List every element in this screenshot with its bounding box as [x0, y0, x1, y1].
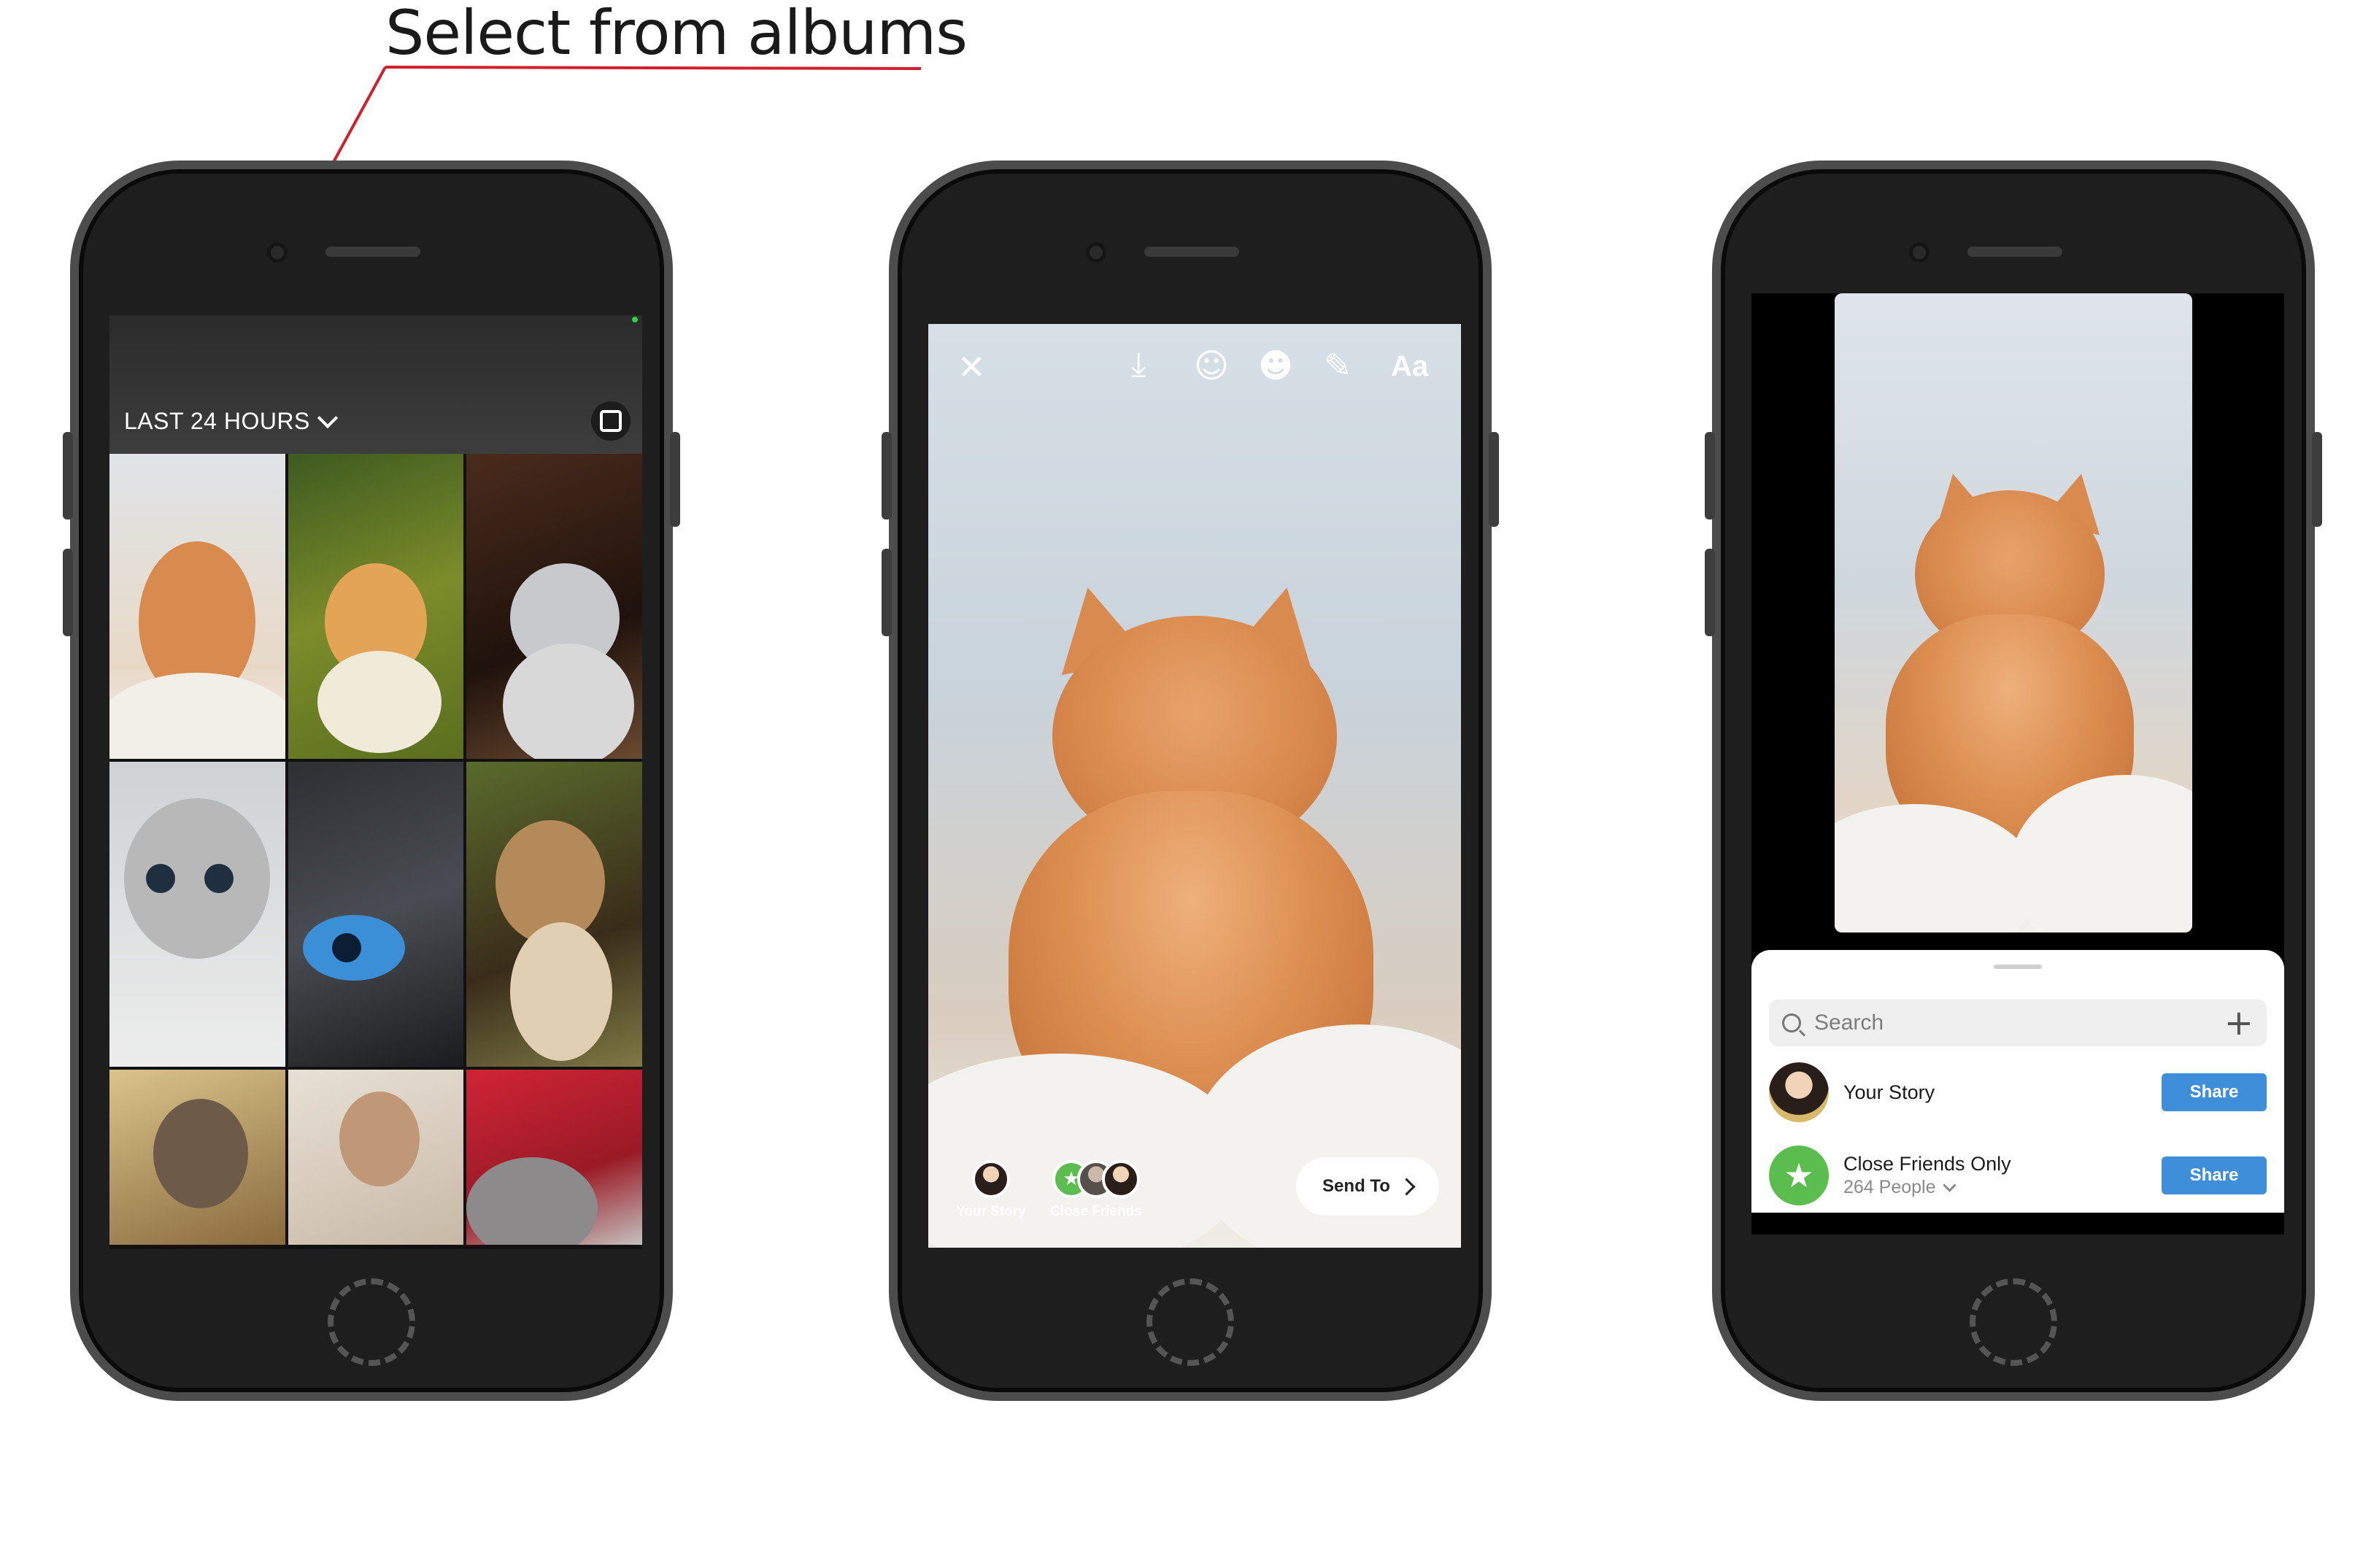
send-to-label: Send To [1322, 1176, 1390, 1196]
sheet-handle[interactable] [1994, 965, 2042, 969]
star-icon: ★ [1769, 1146, 1829, 1205]
text-tool-button[interactable]: Aa [1391, 352, 1428, 381]
your-story-label: Your Story [956, 1204, 1026, 1219]
draw-icon[interactable]: ✎ [1324, 349, 1352, 382]
chevron-down-icon [1943, 1178, 1957, 1192]
search-input[interactable] [1813, 1010, 2224, 1036]
photo-thumb[interactable] [288, 454, 464, 759]
row-subtitle[interactable]: 264 People [1843, 1177, 2162, 1198]
photo-thumb[interactable] [288, 762, 464, 1067]
share-row-close-friends: ★ Close Friends Only 264 People Share [1769, 1143, 2267, 1208]
album-selector[interactable]: LAST 24 HOURS [124, 401, 339, 441]
face-filter-icon[interactable]: ☺ [1194, 349, 1229, 382]
chevron-down-icon [317, 407, 339, 429]
photo-thumb[interactable] [109, 762, 285, 1067]
status-dot [632, 317, 638, 323]
row-name: Close Friends Only [1843, 1153, 2011, 1175]
home-button[interactable] [1146, 1278, 1234, 1366]
home-button[interactable] [328, 1278, 415, 1366]
album-label: LAST 24 HOURS [124, 407, 310, 434]
photo-thumb[interactable] [109, 454, 285, 759]
photo-thumb[interactable] [109, 1070, 285, 1245]
story-photo [928, 324, 1461, 1248]
your-story-target[interactable]: Your Story [946, 1160, 1036, 1220]
phone-share: + Your Story Share ★ Close Friends Only … [1705, 161, 2322, 1401]
photo-thumb[interactable] [466, 1070, 642, 1245]
share-row-your-story: Your Story Share [1769, 1059, 2267, 1125]
search-icon [1782, 1013, 1801, 1032]
close-friends-target[interactable]: ★ Close Friends [1045, 1160, 1147, 1220]
callout-title: Select from albums [385, 0, 968, 69]
gallery-screen: LAST 24 HOURS [109, 315, 642, 1249]
phone-editor: ✕ ⤓ ☺ ☻ ✎ Aa Your Story ★ Close Friends … [882, 161, 1499, 1401]
photo-thumb[interactable] [466, 454, 642, 759]
send-to-button[interactable]: Send To [1296, 1157, 1439, 1216]
multi-select-icon[interactable] [591, 401, 631, 441]
sticker-icon[interactable]: ☻ [1258, 349, 1293, 382]
photo-thumb[interactable] [466, 762, 642, 1067]
home-button[interactable] [1970, 1278, 2057, 1366]
close-friends-label: Close Friends [1050, 1204, 1142, 1219]
share-sheet: + Your Story Share ★ Close Friends Only … [1751, 950, 2284, 1213]
avatar [1769, 1062, 1829, 1122]
download-icon[interactable]: ⤓ [1131, 347, 1146, 381]
phone-gallery: LAST 24 HOURS [63, 161, 680, 1401]
editor-screen: ✕ ⤓ ☺ ☻ ✎ Aa Your Story ★ Close Friends … [928, 324, 1461, 1248]
close-icon[interactable]: ✕ [957, 350, 986, 384]
avatar [972, 1160, 1010, 1198]
story-preview [1835, 293, 2192, 932]
share-screen: + Your Story Share ★ Close Friends Only … [1751, 293, 2284, 1235]
gallery-header: LAST 24 HOURS [109, 315, 642, 454]
chevron-right-icon [1398, 1177, 1416, 1196]
plus-icon[interactable]: + [2224, 1005, 2254, 1040]
share-button[interactable]: Share [2162, 1156, 2267, 1194]
share-button[interactable]: Share [2162, 1073, 2267, 1111]
search-box: + [1769, 1000, 2267, 1046]
photo-grid [109, 454, 642, 1245]
row-name: Your Story [1843, 1081, 1935, 1103]
avatar [1102, 1160, 1140, 1198]
photo-thumb[interactable] [288, 1070, 464, 1245]
